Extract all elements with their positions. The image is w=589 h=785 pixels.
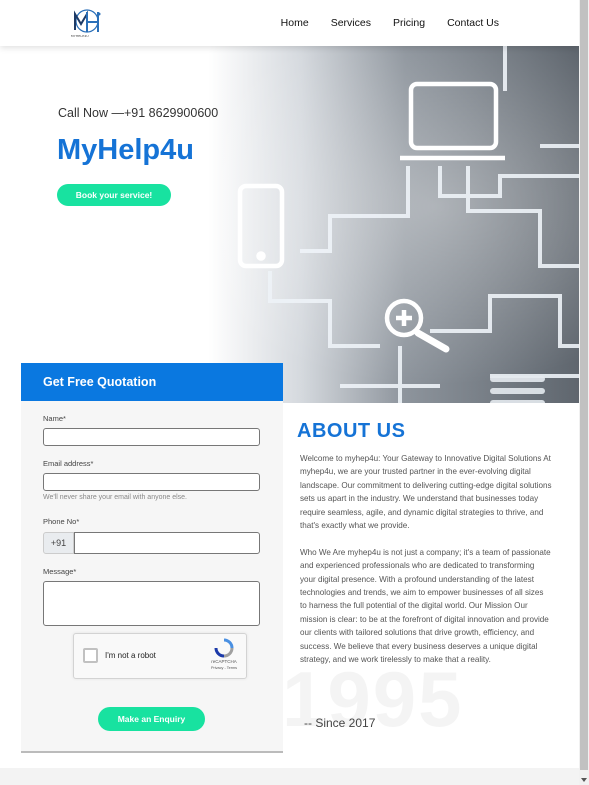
email-help-text: We'll never share your email with anyone… <box>43 494 187 501</box>
brand-title: MyHelp4u <box>57 134 194 166</box>
phone-field[interactable] <box>74 532 260 554</box>
about-title: ABOUT US <box>297 420 406 442</box>
quotation-title: Get Free Quotation <box>21 363 283 401</box>
recaptcha-terms-link[interactable]: Privacy - Terms <box>204 666 244 670</box>
call-now-text: Call Now —+91 8629900600 <box>58 106 219 120</box>
scroll-down-icon[interactable] <box>581 778 587 782</box>
main-nav: Home Services Pricing Contact Us <box>259 17 499 29</box>
recaptcha-brand: reCAPTCHA <box>211 659 237 664</box>
recaptcha-icon <box>214 638 234 658</box>
nav-home[interactable]: Home <box>281 17 309 29</box>
scroll-thumb[interactable] <box>580 0 588 770</box>
book-service-button[interactable]: Book your service! <box>57 184 171 206</box>
message-field[interactable] <box>43 581 260 626</box>
message-label: Message* <box>43 567 77 576</box>
since-text: -- Since 2017 <box>304 716 376 730</box>
email-label: Email address* <box>43 459 94 468</box>
hero-background-art <box>0 46 579 403</box>
recaptcha-label: I'm not a robot <box>105 651 156 660</box>
name-label: Name* <box>43 414 66 423</box>
nav-contact[interactable]: Contact Us <box>447 17 499 29</box>
quotation-form: Get Free Quotation Name* Email address* … <box>21 363 283 753</box>
about-paragraph: Welcome to myhep4u: Your Gateway to Inno… <box>300 454 552 531</box>
make-enquiry-button[interactable]: Make an Enquiry <box>98 707 205 731</box>
phone-prefix: +91 <box>43 532 74 554</box>
footer-strip <box>0 768 579 785</box>
logo-text: MYHELP4U <box>71 34 89 38</box>
recaptcha-widget: I'm not a robot reCAPTCHA Privacy - Term… <box>73 633 247 679</box>
nav-pricing[interactable]: Pricing <box>393 17 425 29</box>
phone-label: Phone No* <box>43 517 80 526</box>
about-paragraph: Who We Are myhep4u is not just a company… <box>300 547 551 665</box>
name-field[interactable] <box>43 428 260 446</box>
scrollbar[interactable] <box>579 0 589 785</box>
hero-section: Call Now —+91 8629900600 MyHelp4u Book y… <box>0 46 579 403</box>
nav-services[interactable]: Services <box>331 17 371 29</box>
recaptcha-checkbox[interactable] <box>83 648 98 663</box>
about-body: Welcome to myhep4u: Your Gateway to Inno… <box>300 452 552 680</box>
email-field[interactable] <box>43 473 260 491</box>
site-header: MYHELP4U Home Services Pricing Contact U… <box>0 0 579 46</box>
